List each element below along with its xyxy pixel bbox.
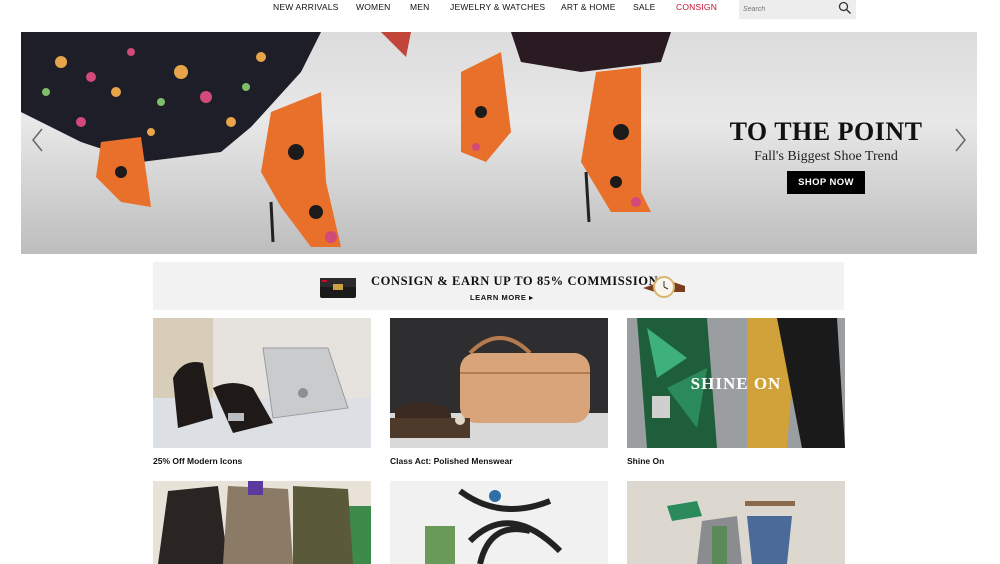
search-box	[739, 0, 856, 19]
watch-icon	[643, 276, 685, 298]
tile-image: SHINE ON	[627, 318, 845, 448]
tile-row2-center[interactable]	[390, 481, 608, 564]
tile-image	[153, 318, 371, 448]
nav-women[interactable]: WOMEN	[356, 2, 391, 12]
tile-modern-icons[interactable]: 25% Off Modern Icons	[153, 318, 371, 466]
tile-row2-right[interactable]	[627, 481, 845, 564]
hero-text-block: TO THE POINT Fall's Biggest Shoe Trend S…	[711, 117, 941, 194]
nav-art-home[interactable]: ART & HOME	[561, 2, 616, 12]
nav-men[interactable]: MEN	[410, 2, 430, 12]
nav-jewelry-watches[interactable]: JEWELRY & WATCHES	[450, 2, 545, 12]
nav-consign[interactable]: CONSIGN	[676, 2, 717, 12]
tile-shine-on[interactable]: SHINE ON Shine On	[627, 318, 845, 466]
handbag-icon	[320, 278, 356, 298]
tile-caption: Shine On	[627, 456, 665, 466]
shine-on-overlay-text: SHINE ON	[690, 374, 782, 393]
nav-new-arrivals[interactable]: NEW ARRIVALS	[273, 2, 339, 12]
search-icon[interactable]	[838, 1, 852, 15]
shop-now-button[interactable]: SHOP NOW	[787, 171, 865, 194]
nav-sale[interactable]: SALE	[633, 2, 656, 12]
tile-caption: 25% Off Modern Icons	[153, 456, 243, 466]
tile-polished-menswear[interactable]: Class Act: Polished Menswear	[390, 318, 608, 466]
top-nav: NEW ARRIVALS WOMEN MEN JEWELRY & WATCHES…	[0, 0, 1000, 20]
tile-image	[390, 318, 608, 448]
tile-image	[627, 481, 845, 564]
tile-image	[153, 481, 371, 564]
tile-image	[390, 481, 608, 564]
consign-banner[interactable]: CONSIGN & EARN UP TO 85% COMMISSION LEAR…	[153, 262, 844, 310]
carousel-prev-arrow-icon[interactable]	[30, 127, 46, 153]
consign-headline: CONSIGN & EARN UP TO 85% COMMISSION	[371, 274, 659, 288]
tile-caption: Class Act: Polished Menswear	[390, 456, 513, 466]
hero-banner[interactable]: TO THE POINT Fall's Biggest Shoe Trend S…	[21, 32, 977, 254]
search-input[interactable]	[743, 2, 831, 17]
carousel-next-arrow-icon[interactable]	[952, 127, 968, 153]
hero-title: TO THE POINT	[729, 117, 923, 146]
learn-more-link[interactable]: LEARN MORE ▸	[470, 293, 533, 302]
hero-subtitle: Fall's Biggest Shoe Trend	[754, 149, 898, 164]
tile-row2-left[interactable]	[153, 481, 371, 564]
